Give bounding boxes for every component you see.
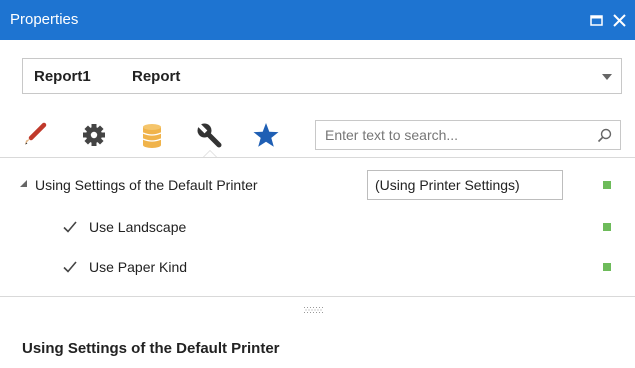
grip-dots-icon (304, 307, 323, 313)
use-landscape-label: Use Landscape (89, 219, 187, 235)
tab-behavior[interactable] (80, 121, 108, 149)
selected-object-name: Report1 (34, 68, 91, 85)
use-paper-kind-checkbox[interactable] (62, 259, 78, 275)
close-button[interactable] (610, 9, 630, 31)
search-icon[interactable] (597, 128, 612, 143)
splitter-grip-handle[interactable] (303, 306, 327, 316)
expand-arrow-icon[interactable] (19, 179, 28, 188)
brush-icon (25, 122, 47, 145)
tab-appearance[interactable] (20, 121, 48, 149)
maximize-icon (590, 15, 603, 26)
search-box[interactable] (315, 120, 621, 150)
gear-icon (83, 124, 105, 146)
star-icon (253, 123, 279, 147)
object-selector-dropdown[interactable]: Report1 Report (22, 58, 622, 94)
tab-data[interactable] (138, 121, 166, 149)
chevron-down-icon (602, 74, 612, 80)
close-icon (613, 14, 626, 27)
property-row-use-landscape[interactable]: Use Landscape (0, 207, 635, 247)
title-bar: Properties (0, 0, 635, 40)
wrench-icon (195, 121, 222, 148)
maximize-button[interactable] (587, 9, 607, 31)
property-row-use-paper-kind[interactable]: Use Paper Kind (0, 247, 635, 287)
description-splitter (0, 296, 635, 297)
window-title: Properties (10, 11, 79, 28)
search-input[interactable] (316, 121, 586, 149)
use-paper-kind-label: Use Paper Kind (89, 259, 188, 275)
tab-favorites[interactable] (252, 121, 280, 149)
category-label: Using Settings of the Default Printer (35, 177, 258, 193)
selected-object-type: Report (132, 68, 181, 85)
database-icon (142, 124, 162, 148)
modified-marker (603, 263, 611, 271)
description-title: Using Settings of the Default Printer (22, 340, 280, 357)
modified-marker (603, 223, 611, 231)
tab-misc[interactable] (195, 121, 223, 149)
toolbar-divider (0, 157, 635, 158)
category-value-field[interactable]: (Using Printer Settings) (367, 170, 563, 200)
modified-marker (603, 181, 611, 189)
category-row[interactable]: Using Settings of the Default Printer (U… (0, 165, 635, 205)
use-landscape-checkbox[interactable] (62, 219, 78, 235)
